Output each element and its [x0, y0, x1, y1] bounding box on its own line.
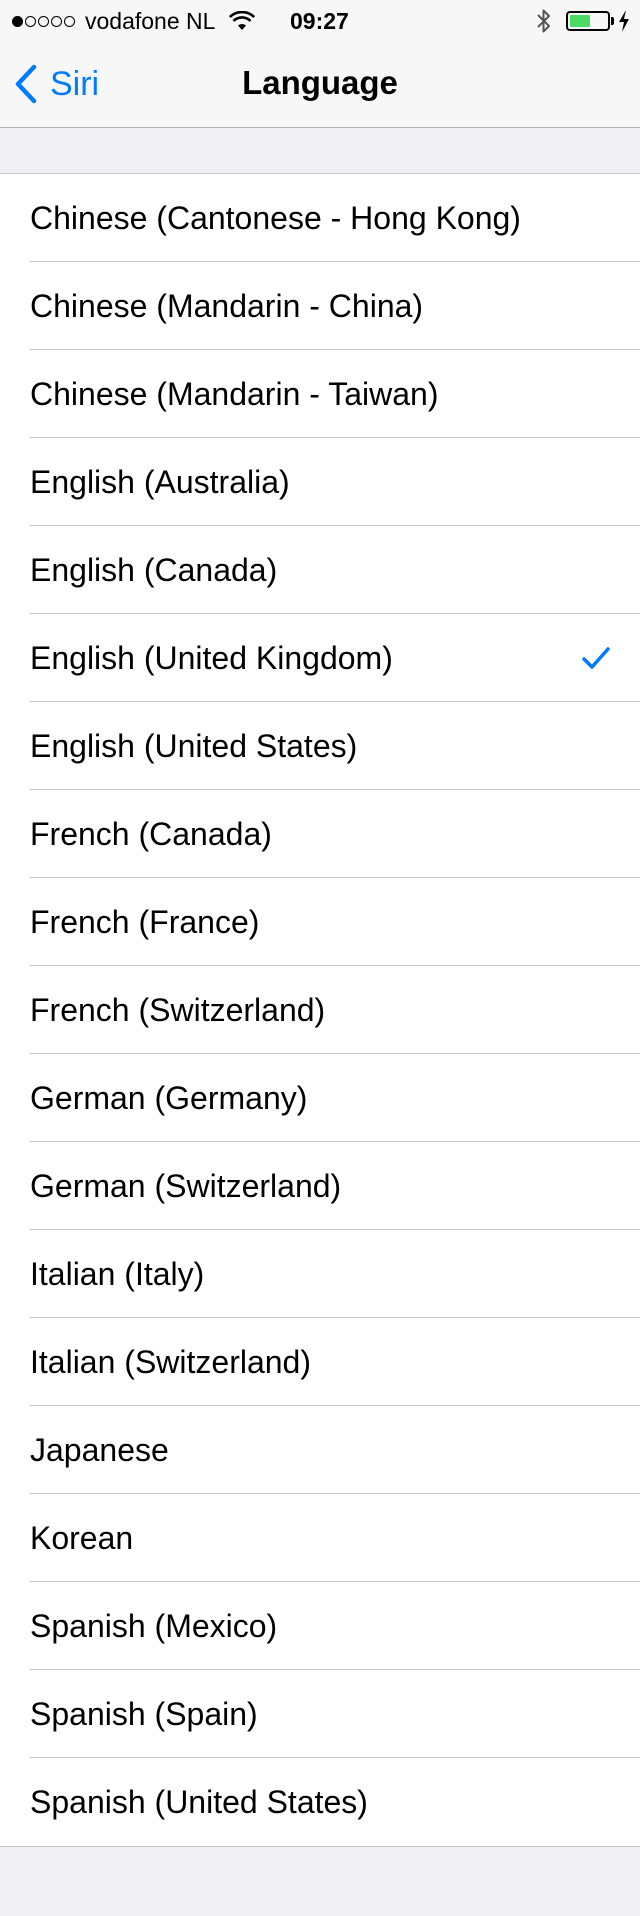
language-row[interactable]: Korean	[0, 1494, 640, 1582]
signal-dot	[12, 15, 23, 27]
wifi-icon	[229, 11, 256, 30]
language-row[interactable]: Chinese (Mandarin - Taiwan)	[0, 350, 640, 438]
language-row[interactable]: English (United States)	[0, 702, 640, 790]
language-row[interactable]: French (Switzerland)	[0, 966, 640, 1054]
language-list: Chinese (Cantonese - Hong Kong) Chinese (…	[0, 173, 640, 1847]
language-row[interactable]: French (Canada)	[0, 790, 640, 878]
battery-icon	[566, 11, 610, 31]
language-label: German (Germany)	[30, 1080, 308, 1116]
language-label: Spanish (Mexico)	[30, 1608, 278, 1644]
status-bar: vodafone NL 09:27	[0, 0, 640, 40]
battery-level	[570, 15, 590, 27]
language-label: English (United Kingdom)	[30, 640, 393, 676]
language-label: French (Switzerland)	[30, 992, 326, 1028]
status-right	[536, 8, 630, 34]
language-label: Chinese (Mandarin - Taiwan)	[30, 376, 439, 412]
language-label: German (Switzerland)	[30, 1168, 342, 1204]
language-row[interactable]: Italian (Switzerland)	[0, 1318, 640, 1406]
battery-tip	[611, 17, 614, 25]
charging-bolt-icon	[619, 10, 629, 32]
language-label: Japanese	[30, 1432, 169, 1468]
language-row[interactable]: Spanish (Mexico)	[0, 1582, 640, 1670]
language-row[interactable]: Italian (Italy)	[0, 1230, 640, 1318]
language-label: French (Canada)	[30, 816, 272, 852]
signal-strength-icon	[12, 15, 77, 27]
language-row[interactable]: Chinese (Mandarin - China)	[0, 262, 640, 350]
language-label: Chinese (Cantonese - Hong Kong)	[30, 200, 521, 236]
language-row[interactable]: German (Switzerland)	[0, 1142, 640, 1230]
language-label: English (United States)	[30, 728, 358, 764]
language-label: Spanish (United States)	[30, 1784, 368, 1820]
language-row[interactable]: Japanese	[0, 1406, 640, 1494]
language-label: English (Australia)	[30, 464, 290, 500]
language-row[interactable]: Spanish (Spain)	[0, 1670, 640, 1758]
language-row[interactable]: English (Australia)	[0, 438, 640, 526]
language-row[interactable]: French (France)	[0, 878, 640, 966]
status-time: 09:27	[290, 8, 349, 34]
navigation-bar: Siri Language	[0, 40, 640, 128]
signal-dot	[64, 15, 75, 27]
language-row[interactable]: Chinese (Cantonese - Hong Kong)	[0, 174, 640, 262]
language-label: Korean	[30, 1520, 134, 1556]
page-title: Language	[242, 64, 398, 101]
language-row[interactable]: English (United Kingdom)	[0, 614, 640, 702]
language-row[interactable]: English (Canada)	[0, 526, 640, 614]
language-label: Italian (Italy)	[30, 1256, 205, 1292]
language-label: French (France)	[30, 904, 260, 940]
signal-dot	[25, 15, 36, 27]
status-left: vodafone NL	[12, 7, 256, 34]
language-row[interactable]: German (Germany)	[0, 1054, 640, 1142]
carrier-name: vodafone NL	[85, 7, 216, 34]
checkmark-icon	[582, 647, 610, 669]
language-label: Spanish (Spain)	[30, 1696, 258, 1732]
signal-dot	[38, 15, 49, 27]
signal-dot	[51, 15, 62, 27]
language-label: Italian (Switzerland)	[30, 1344, 311, 1380]
language-row[interactable]: Spanish (United States)	[0, 1758, 640, 1846]
language-label: Chinese (Mandarin - China)	[30, 288, 424, 324]
language-label: English (Canada)	[30, 552, 278, 588]
bluetooth-icon	[537, 9, 550, 33]
